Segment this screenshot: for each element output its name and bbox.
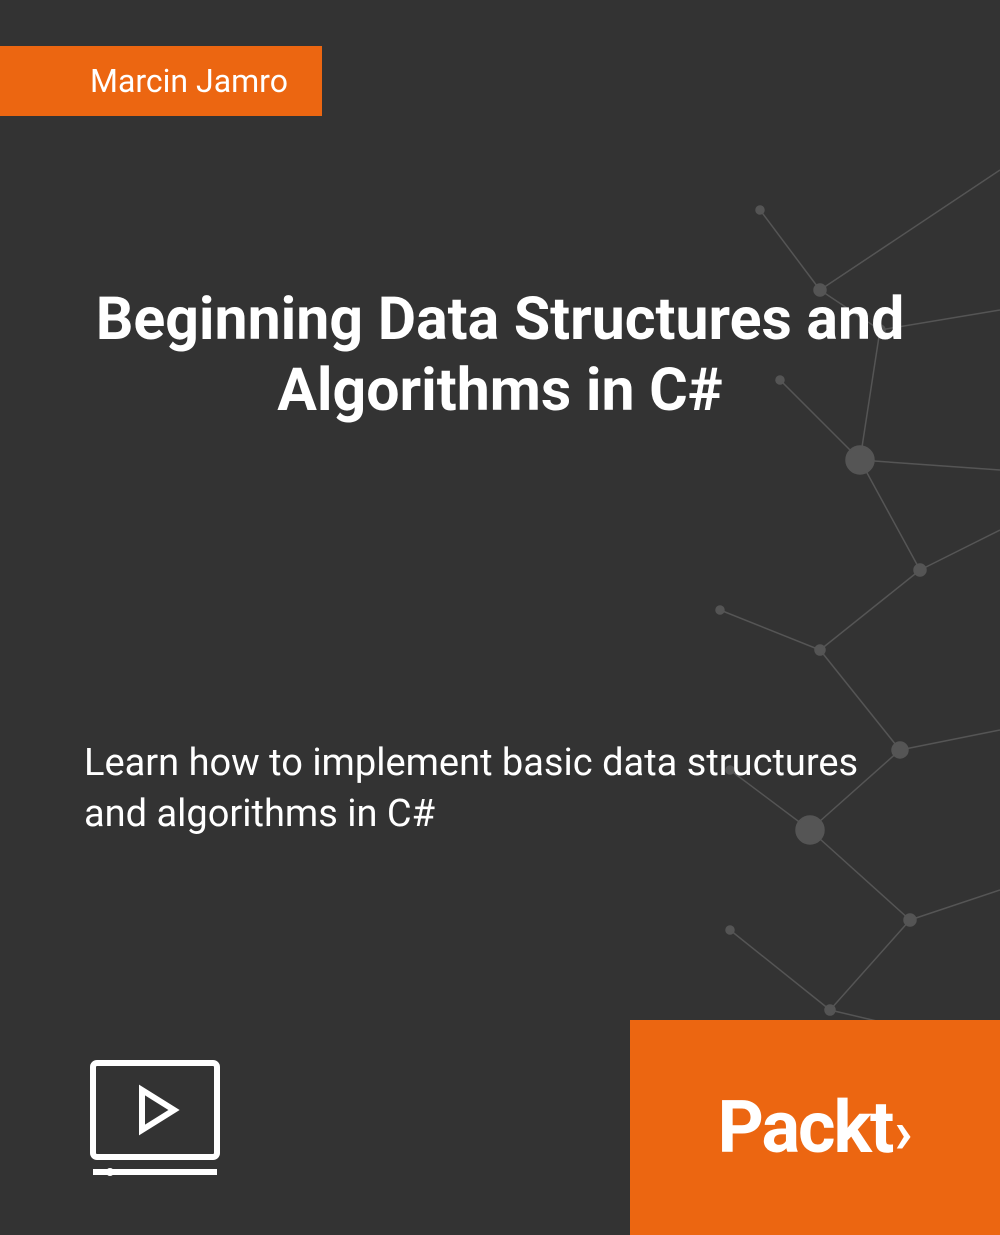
video-icon	[90, 1060, 220, 1180]
publisher-name: Packt	[717, 1085, 892, 1170]
course-title: Beginning Data Structures and Algorithms…	[84, 285, 916, 427]
author-badge: Marcin Jamro	[0, 46, 322, 116]
author-name: Marcin Jamro	[90, 62, 288, 100]
network-decoration	[620, 130, 1000, 1130]
publisher-bracket-icon: ›	[894, 1096, 912, 1167]
course-subtitle: Learn how to implement basic data struct…	[84, 738, 900, 841]
publisher-badge: Packt ›	[630, 1020, 1000, 1235]
